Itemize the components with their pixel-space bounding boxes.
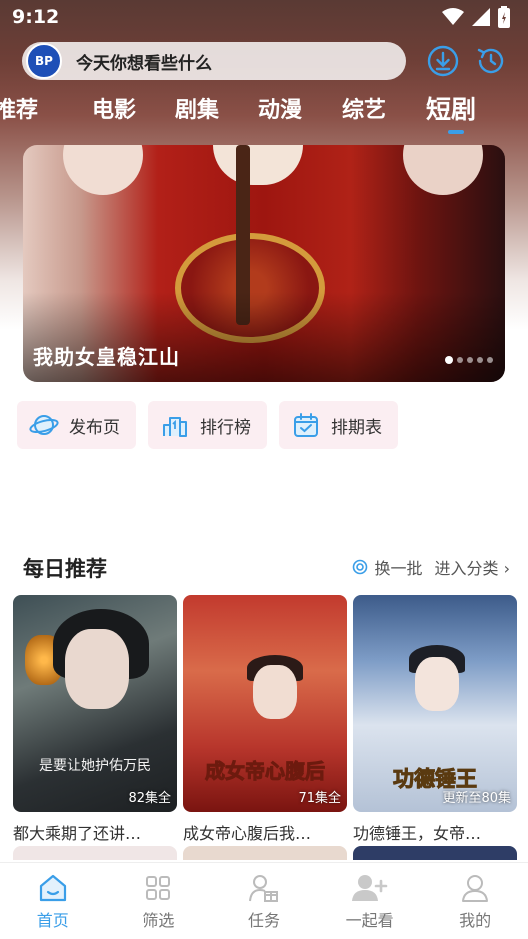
category-link[interactable]: 进入分类 › (435, 555, 511, 579)
list-item[interactable]: 功德锤王 更新至80集 功德锤王，女帝… (353, 595, 517, 844)
list-item[interactable]: 成女帝心腹后 71集全 成女帝心腹后我… (183, 595, 347, 844)
banner-figure-right (403, 145, 483, 195)
episode-badge: 更新至80集 (442, 791, 511, 806)
recommend-list: 是要让她护佑万民 82集全 都大乘期了还讲… 成女帝心腹后 71集全 成女帝心腹… (13, 595, 517, 844)
next-row-peek (13, 846, 517, 860)
card-title[interactable]: 都大乘期了还讲… (13, 820, 177, 844)
quick-actions: 发布页 排行榜 排期表 (17, 401, 398, 449)
banner-pagination (445, 356, 493, 364)
tab-recommend[interactable]: 推荐 (0, 92, 38, 124)
poster-peek[interactable] (13, 846, 177, 860)
section-actions: 换一批 进入分类 › (352, 555, 510, 579)
poster-image[interactable]: 功德锤王 更新至80集 (353, 595, 517, 812)
pagination-dot[interactable] (487, 357, 493, 363)
nav-filter-label: 筛选 (142, 911, 175, 930)
wifi-icon (442, 8, 464, 25)
release-page-label: 发布页 (69, 417, 120, 438)
home-icon (39, 874, 66, 902)
history-icon[interactable] (474, 44, 508, 78)
tab-short-drama[interactable]: 短剧 (426, 90, 476, 126)
status-time: 9:12 (12, 6, 60, 28)
poster-image[interactable]: 是要让她护佑万民 82集全 (13, 595, 177, 812)
nav-watch-together[interactable]: 一起看 (317, 863, 423, 939)
card-title[interactable]: 功德锤王，女帝… (353, 820, 517, 844)
profile-icon (462, 875, 489, 902)
poster-peek[interactable] (183, 846, 347, 860)
nav-home-label: 首页 (36, 911, 69, 930)
tab-movies[interactable]: 电影 (92, 92, 136, 124)
nav-tasks[interactable]: 任务 (211, 863, 317, 939)
search-input[interactable]: BP 今天你想看些什么 (22, 42, 406, 80)
episode-badge: 82集全 (128, 791, 171, 806)
download-icon[interactable] (426, 44, 460, 78)
search-row: BP 今天你想看些什么 (22, 42, 512, 82)
nav-filter[interactable]: 筛选 (106, 863, 212, 939)
pagination-dot[interactable] (467, 357, 473, 363)
poster-figure-face (415, 657, 459, 711)
poster-figure-face (65, 629, 129, 709)
grid-icon (146, 876, 171, 900)
ranking-icon (163, 417, 187, 437)
pagination-dot[interactable] (457, 357, 463, 363)
active-tab-indicator (448, 130, 464, 134)
list-item[interactable]: 是要让她护佑万民 82集全 都大乘期了还讲… (13, 595, 177, 844)
category-tabs: 推荐 电影 剧集 动漫 综艺 短剧 (0, 92, 528, 134)
signal-icon (472, 8, 490, 26)
episode-badge: 71集全 (298, 791, 341, 806)
refresh-button[interactable]: 换一批 (352, 555, 423, 579)
nav-profile-label: 我的 (459, 911, 492, 930)
app-logo-text: BP (35, 54, 53, 68)
banner-title: 我助女皇稳江山 (33, 345, 180, 369)
pagination-dot[interactable] (445, 356, 453, 364)
add-user-icon (351, 875, 387, 901)
search-placeholder: 今天你想看些什么 (76, 53, 212, 74)
calendar-icon (294, 413, 318, 437)
ranking-button[interactable]: 排行榜 (148, 401, 267, 449)
gift-user-icon (248, 875, 278, 902)
schedule-label: 排期表 (331, 417, 382, 438)
release-page-button[interactable]: 发布页 (17, 401, 136, 449)
nav-profile[interactable]: 我的 (422, 863, 528, 939)
poster-caption: 成女帝心腹后 (205, 759, 326, 784)
nav-home[interactable]: 首页 (0, 863, 106, 939)
refresh-label: 换一批 (374, 559, 423, 578)
section-title: 每日推荐 (23, 557, 107, 581)
banner-figure-left (63, 145, 143, 195)
poster-figure-face (253, 665, 297, 719)
nav-tasks-label: 任务 (247, 911, 280, 930)
planet-icon (29, 415, 59, 435)
refresh-icon (353, 559, 368, 575)
card-title[interactable]: 成女帝心腹后我… (183, 820, 347, 844)
banner-figure-center (213, 145, 303, 185)
hero-banner[interactable]: 我助女皇稳江山 (23, 145, 505, 382)
poster-peek[interactable] (353, 846, 517, 860)
tab-series[interactable]: 剧集 (175, 92, 219, 124)
tab-variety[interactable]: 综艺 (342, 92, 386, 124)
status-bar: 9:12 (0, 0, 528, 36)
battery-icon (498, 6, 510, 28)
tab-anime[interactable]: 动漫 (258, 92, 302, 124)
poster-image[interactable]: 成女帝心腹后 71集全 (183, 595, 347, 812)
app-logo[interactable]: BP (26, 43, 62, 79)
pagination-dot[interactable] (477, 357, 483, 363)
schedule-button[interactable]: 排期表 (279, 401, 398, 449)
bottom-nav: 首页 筛选 任务 一起看 我的 (0, 862, 528, 939)
ranking-label: 排行榜 (200, 417, 251, 438)
status-icons (442, 6, 510, 28)
nav-watch-together-label: 一起看 (345, 911, 394, 930)
poster-caption: 是要让她护佑万民 (39, 758, 151, 774)
